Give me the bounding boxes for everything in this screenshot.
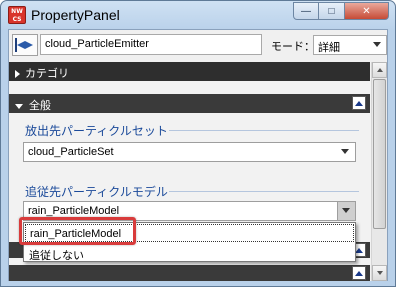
vertical-scrollbar[interactable] [371,62,387,281]
mode-select[interactable]: 詳細 [313,35,387,55]
general-header-label: 全般 [29,100,51,112]
mode-label: モード： [271,41,315,53]
property-scroll-area: カテゴリ 全般 放出先パーティクルセット cloud_ParticleSet 追… [9,62,387,281]
chevron-down-icon [373,42,381,47]
arrow-down-icon [376,271,383,275]
follow-model-value: rain_ParticleModel [28,205,120,217]
expand-right-icon [15,70,20,78]
dropdown-option[interactable]: 追従しない [25,244,354,262]
scroll-up-button[interactable] [372,62,387,78]
emit-set-label: 放出先パーティクルセット [25,124,168,138]
scroll-down-button[interactable] [372,265,387,281]
arrow-up-icon [355,270,363,276]
emit-set-value: cloud_ParticleSet [28,146,114,158]
collapsed-section-header[interactable] [9,265,370,281]
emitter-node-icon[interactable] [12,34,38,56]
node-name-field[interactable]: cloud_ParticleEmitter [40,34,262,55]
title-bar[interactable]: NW CS PropertyPanel — □ ✕ [1,1,395,29]
property-panel-window: NW CS PropertyPanel — □ ✕ cloud_ParticleE… [0,0,396,287]
chevron-down-icon [341,149,349,154]
general-section-header[interactable]: 全般 [9,94,370,113]
arrow-up-icon [376,68,383,72]
selection-highlight-box [19,217,136,245]
mode-select-value: 詳細 [318,42,340,54]
panel-client-area: cloud_ParticleEmitter モード： 詳細 カテゴリ 全般 放出… [8,29,388,281]
dropdown-button[interactable] [337,202,355,220]
minimize-button[interactable]: — [293,2,319,20]
window-controls: — □ ✕ [293,2,389,20]
maximize-button[interactable]: □ [319,2,345,20]
arrow-up-icon [355,247,363,253]
scrollbar-thumb[interactable] [373,79,386,229]
divider [169,130,359,131]
app-logo-icon: NW CS [8,6,26,24]
collapse-down-icon [15,104,23,109]
chevron-down-icon [342,208,350,213]
toolbar: cloud_ParticleEmitter モード： 詳細 [9,30,387,61]
emit-set-select[interactable]: cloud_ParticleSet [23,142,356,162]
category-header-label: カテゴリ [25,68,69,80]
arrow-up-icon [355,100,363,106]
follow-model-label: 追従先パーティクルモデル [25,185,168,199]
divider [169,191,359,192]
category-header[interactable]: カテゴリ [9,62,370,81]
close-button[interactable]: ✕ [345,2,389,20]
move-up-button[interactable] [352,266,366,280]
window-title: PropertyPanel [31,7,120,23]
move-up-button[interactable] [352,96,366,110]
